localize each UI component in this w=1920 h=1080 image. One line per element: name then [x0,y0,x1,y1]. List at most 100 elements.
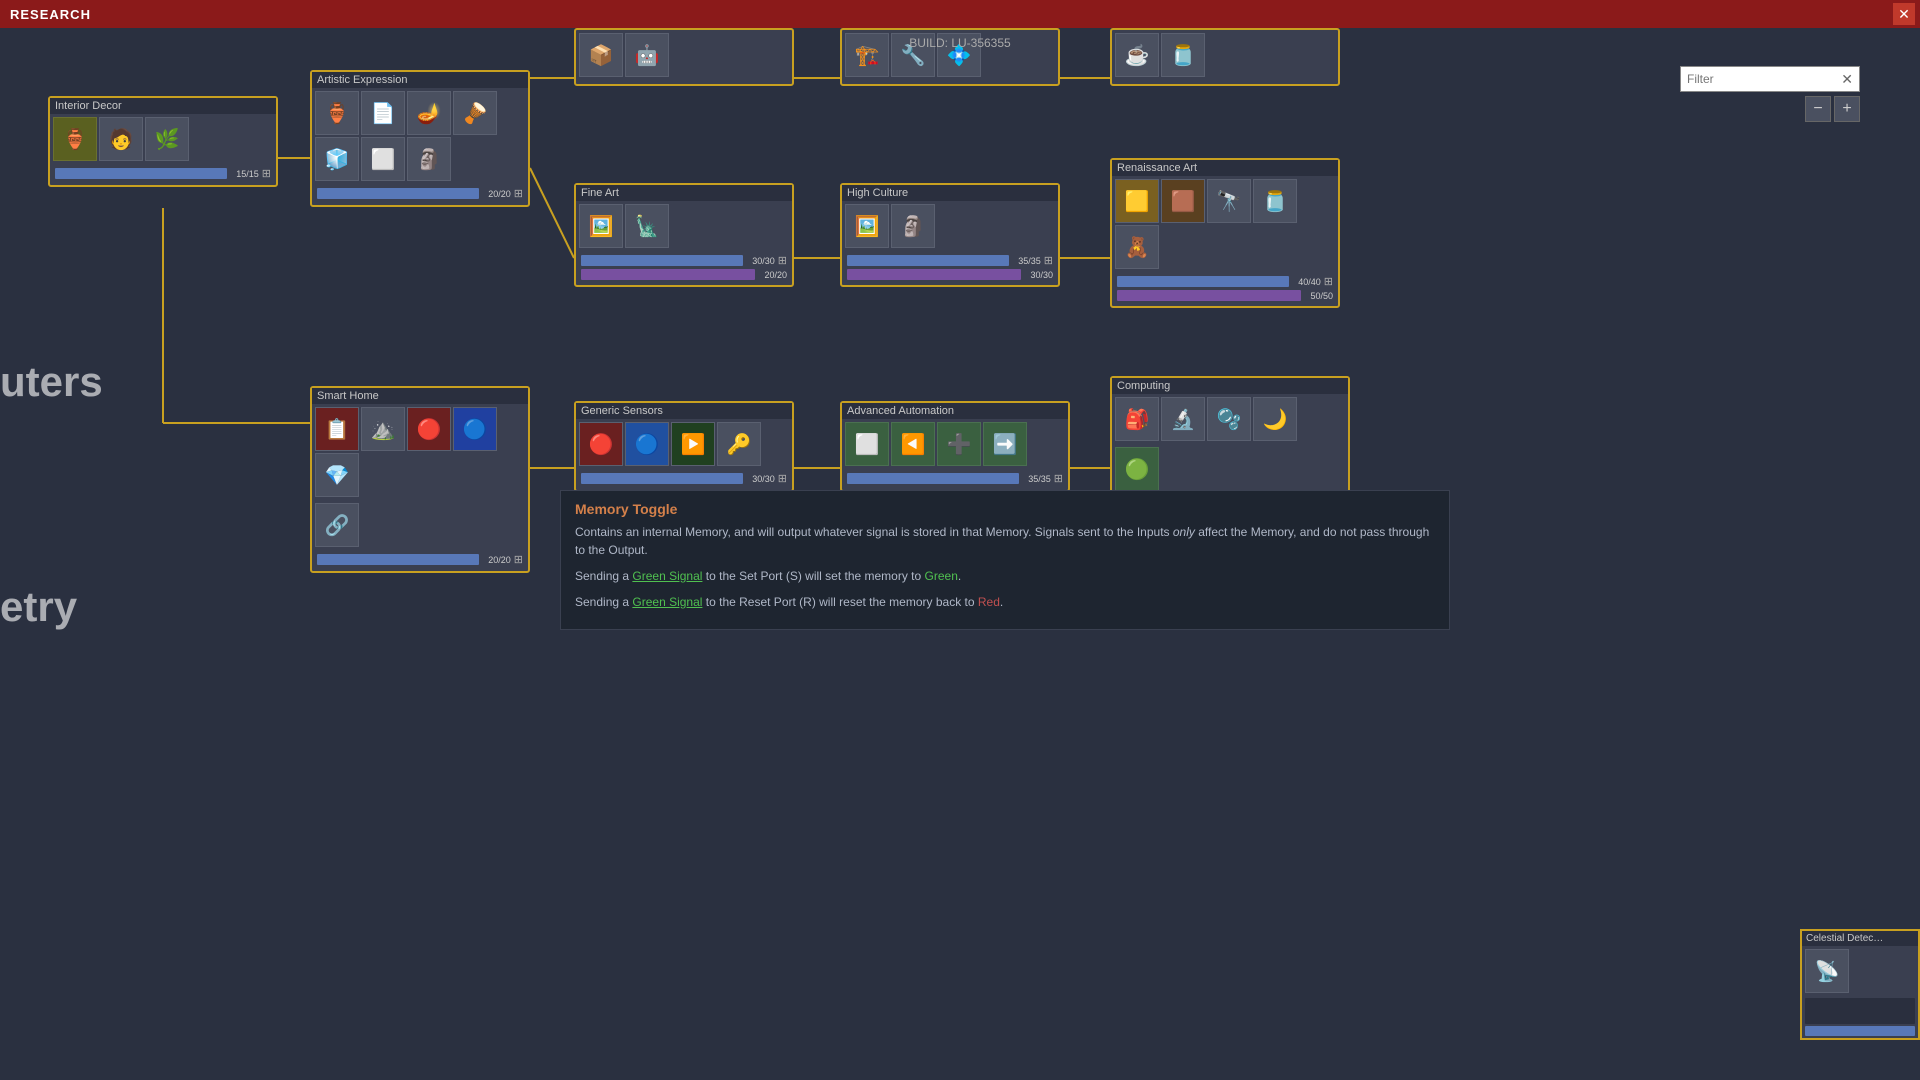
item-statue[interactable]: 🗽 [625,204,669,248]
item-white-gate[interactable]: ⬜ [845,422,889,466]
card-celestial-detection: Celestial Detec… 📡 [1800,929,1920,1040]
item-paper[interactable]: 📄 [361,91,405,135]
card-items: 🏺 🧑 🌿 [50,114,276,164]
card-items: 🖼️ 🗽 [576,201,792,251]
card-title: Interior Decor [50,98,276,114]
item-gem[interactable]: 💎 [315,453,359,497]
item-moon[interactable]: 🌙 [1253,397,1297,441]
grid-icon[interactable]: ⊞ [1044,254,1053,267]
progress-label: 30/30 [1025,270,1053,280]
tooltip-line1: Contains an internal Memory, and will ou… [575,523,1435,559]
item-lamp[interactable]: 🏺 [53,117,97,161]
grid-icon[interactable]: ⊞ [778,83,787,86]
item-blue-sensor[interactable]: 🔵 [625,422,669,466]
card-progress: 30/30 ⊞ 20/20 [576,251,792,285]
grid-icon[interactable]: ⊞ [778,254,787,267]
item-icon[interactable]: 📦 [579,33,623,77]
item-canvas[interactable]: 🟨 [1115,179,1159,223]
card-renaissance-art: Renaissance Art 🟨 🟫 🔭 🫙 🧸 40/40 ⊞ 50/50 [1110,158,1340,308]
item-red-sensor[interactable]: 🔴 [579,422,623,466]
item-bubble[interactable]: 🫧 [1207,397,1251,441]
item-icon[interactable]: 🤖 [625,33,669,77]
close-button[interactable]: ✕ [1893,3,1915,25]
progress-label: 20/20 [483,555,511,565]
card-items: 🟨 🟫 🔭 🫙 🧸 [1112,176,1338,272]
item-play[interactable]: ▶️ [671,422,715,466]
progress-label: 35/35 [1023,474,1051,484]
card-items: 📡 [1802,946,1918,996]
filter-close-button[interactable]: ✕ [1841,71,1853,88]
filter-input[interactable] [1687,72,1841,86]
item-plus-gate[interactable]: ➕ [937,422,981,466]
item-painting[interactable]: 🖼️ [579,204,623,248]
card-items: 📋 ⛰️ 🔴 🔵 💎 [312,404,528,500]
grid-icon[interactable]: ⊞ [514,553,523,566]
card-items-row2: 🟢 [1112,444,1348,494]
progress-label: 30/30 [747,85,775,87]
item-rope[interactable]: 🔗 [315,503,359,547]
progress-label: 50/50 [1305,291,1333,301]
card-title: Renaissance Art [1112,160,1338,176]
item-red[interactable]: 🔴 [407,407,451,451]
item-antenna[interactable]: 📡 [1805,949,1849,993]
progress-label: 20/20 [759,270,787,280]
item-scarecrow[interactable]: 🧑 [99,117,143,161]
card-items: 🔴 🔵 ▶️ 🔑 [576,419,792,469]
grid-icon[interactable]: ⊞ [1324,83,1333,86]
item-stone[interactable]: ⬜ [361,137,405,181]
card-generic-sensors: Generic Sensors 🔴 🔵 ▶️ 🔑 30/30 ⊞ [574,401,794,492]
grid-icon[interactable]: ⊞ [1054,472,1063,485]
item-crystal[interactable]: 🏺 [315,91,359,135]
item-lock[interactable]: 🔑 [717,422,761,466]
card-interior-decor: Interior Decor 🏺 🧑 🌿 15/15 ⊞ [48,96,278,187]
progress-label: 35/35 [1013,256,1041,266]
item-manual[interactable]: 📋 [315,407,359,451]
item-green-chip[interactable]: 🟢 [1115,447,1159,491]
tooltip-green-signal-2[interactable]: Green Signal [632,595,702,609]
card-title: Computing [1112,378,1348,394]
progress-label: 40/40 [1293,85,1321,87]
progress-label: 30/30 [747,474,775,484]
item-microscope[interactable]: 🔬 [1161,397,1205,441]
zoom-out-button[interactable]: − [1805,96,1831,122]
grid-icon[interactable]: ⊞ [1324,275,1333,288]
grid-icon[interactable]: ⊞ [262,167,271,180]
grid-icon[interactable]: ⊞ [778,472,787,485]
left-label-uters: uters [0,358,103,406]
item-blue[interactable]: 🔵 [453,407,497,451]
card-high-culture: High Culture 🖼️ 🗿 35/35 ⊞ 30/30 [840,183,1060,287]
item-bust[interactable]: 🟫 [1161,179,1205,223]
item-pot[interactable]: 🪘 [453,91,497,135]
item-icon[interactable]: ☕ [1115,33,1159,77]
card-items: 🖼️ 🗿 [842,201,1058,251]
item-icon[interactable]: 🏗️ [845,33,889,77]
item-column[interactable]: 🗿 [891,204,935,248]
card-title: Fine Art [576,185,792,201]
item-jar[interactable]: 🫙 [1253,179,1297,223]
card-title: Celestial Detec… [1802,931,1918,946]
card-progress: 20/20 ⊞ [312,550,528,571]
grid-icon[interactable]: ⊞ [1044,83,1053,86]
item-frame[interactable]: 🖼️ [845,204,889,248]
item-arrow-gate[interactable]: ➡️ [983,422,1027,466]
item-scope[interactable]: 🔭 [1207,179,1251,223]
progress-label: 35/35 [1013,85,1041,87]
item-rock[interactable]: ⛰️ [361,407,405,451]
item-and-gate[interactable]: ◀️ [891,422,935,466]
grid-icon[interactable]: ⊞ [514,187,523,200]
item-bear[interactable]: 🧸 [1115,225,1159,269]
card-progress: 20/20 ⊞ [312,184,528,205]
item-blue[interactable]: 🧊 [315,137,359,181]
tooltip-green-signal-1[interactable]: Green Signal [632,569,702,583]
card-items: 🎒 🔬 🫧 🌙 [1112,394,1348,444]
card-top1: 📦 🤖 30/30 ⊞ 50/50 [574,28,794,86]
canvas-area: BUILD: LU-356355 uters etry 📦 🤖 [0,28,1920,1080]
zoom-in-button[interactable]: + [1834,96,1860,122]
item-backpack[interactable]: 🎒 [1115,397,1159,441]
item-statue[interactable]: 🗿 [407,137,451,181]
item-icon[interactable]: 🫙 [1161,33,1205,77]
item-lamp2[interactable]: 🪔 [407,91,451,135]
card-computing: Computing 🎒 🔬 🫧 🌙 🟢 [1110,376,1350,496]
card-progress: 35/35 ⊞ [842,469,1068,490]
item-plant[interactable]: 🌿 [145,117,189,161]
